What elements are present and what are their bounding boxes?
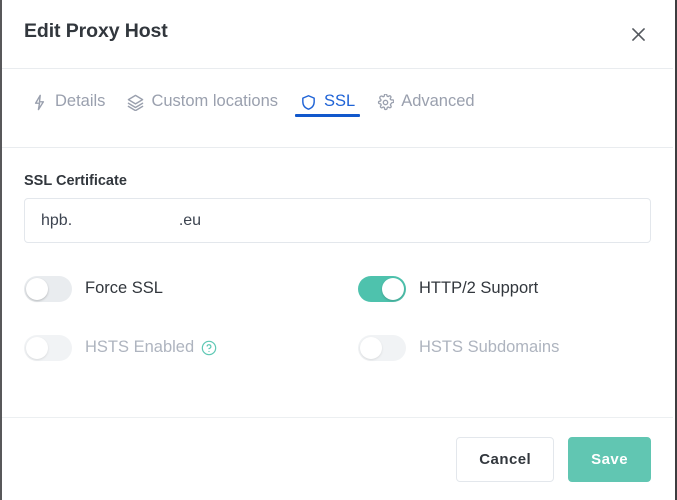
hsts-subdomains-cell: HSTS Subdomains xyxy=(358,334,560,361)
tab-bar: Details Custom locations SSL Advanced xyxy=(2,69,673,148)
http2-support-toggle[interactable] xyxy=(358,275,406,302)
hsts-subdomains-label: HSTS Subdomains xyxy=(419,338,560,357)
toggle-knob xyxy=(360,336,382,359)
edit-proxy-host-modal: Edit Proxy Host Details Custom locations… xyxy=(2,0,673,500)
tab-ssl-label: SSL xyxy=(324,92,356,111)
tab-details[interactable]: Details xyxy=(20,69,116,136)
tab-advanced-label: Advanced xyxy=(401,92,475,111)
tab-ssl[interactable]: SSL xyxy=(289,69,366,136)
ssl-panel: SSL Certificate Force SSL HTTP/2 Su xyxy=(2,148,673,417)
tab-details-label: Details xyxy=(55,92,106,111)
tab-advanced[interactable]: Advanced xyxy=(366,69,485,136)
page-title: Edit Proxy Host xyxy=(24,20,168,42)
force-ssl-label: Force SSL xyxy=(85,279,163,298)
ssl-certificate-select[interactable] xyxy=(24,198,651,243)
close-icon[interactable] xyxy=(623,19,653,49)
help-circle-icon[interactable] xyxy=(201,340,217,356)
toggle-knob xyxy=(26,277,48,300)
zap-icon xyxy=(31,94,48,111)
modal-header: Edit Proxy Host xyxy=(2,0,673,69)
toggle-row: Force SSL HTTP/2 Support xyxy=(24,259,651,318)
tab-custom-locations-label: Custom locations xyxy=(151,92,278,111)
settings-icon xyxy=(377,94,395,111)
http2-support-cell: HTTP/2 Support xyxy=(358,275,539,302)
toggle-knob xyxy=(382,277,404,300)
ssl-toggle-grid: Force SSL HTTP/2 Support HSTS Enabled HS… xyxy=(24,259,651,377)
shield-icon xyxy=(300,94,317,111)
cancel-button[interactable]: Cancel xyxy=(456,436,555,482)
hsts-enabled-cell: HSTS Enabled xyxy=(24,334,358,361)
toggle-row: HSTS Enabled HSTS Subdomains xyxy=(24,318,651,377)
ssl-certificate-label: SSL Certificate xyxy=(24,173,127,189)
http2-support-label: HTTP/2 Support xyxy=(419,279,539,298)
hsts-enabled-toggle[interactable] xyxy=(24,334,72,361)
layers-icon xyxy=(127,94,144,111)
tab-custom-locations[interactable]: Custom locations xyxy=(116,69,289,136)
screen: Edit Proxy Host Details Custom locations… xyxy=(0,0,677,500)
hsts-enabled-label: HSTS Enabled xyxy=(85,338,195,357)
hsts-subdomains-toggle[interactable] xyxy=(358,334,406,361)
force-ssl-toggle[interactable] xyxy=(24,275,72,302)
force-ssl-cell: Force SSL xyxy=(24,275,358,302)
hsts-enabled-label-group: HSTS Enabled xyxy=(85,339,217,356)
modal-footer: Cancel Save xyxy=(2,417,673,500)
toggle-knob xyxy=(26,336,48,359)
save-button[interactable]: Save xyxy=(568,436,651,482)
